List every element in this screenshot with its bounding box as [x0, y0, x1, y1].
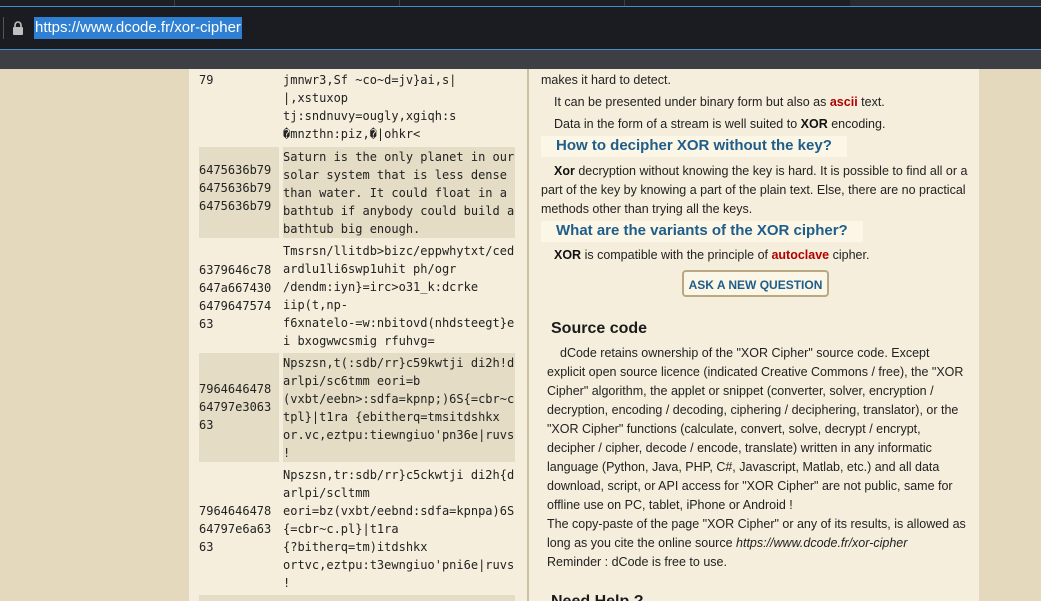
- lock-icon: [13, 21, 23, 35]
- table-row: 6379646c78 647a667430 6479647574 63 Tmsr…: [199, 241, 515, 350]
- bold-text: XOR: [800, 117, 828, 131]
- url-input[interactable]: https://www.dcode.fr/xor-cipher: [34, 17, 242, 39]
- section-title: Need Help ?: [551, 593, 643, 601]
- paragraph: It can be presented under binary form bu…: [554, 93, 885, 112]
- paragraph: makes it hard to detect.: [541, 73, 671, 87]
- table-row: 7964646478 64797e3063 63 Npszsn,t(:sdb/r…: [199, 353, 515, 462]
- hex-key-cell: 79: [199, 73, 214, 87]
- paragraph: Reminder : dCode is free to use.: [547, 555, 727, 569]
- paragraph: Xor decryption without knowing the key i…: [541, 162, 971, 219]
- table-row: 79 jmnwr3,Sf ~co~d=jv}ai,s| |,xstuxop tj…: [199, 69, 515, 143]
- text: is compatible with the principle of: [581, 248, 772, 262]
- autoclave-link[interactable]: autoclave: [771, 248, 829, 262]
- source-url: https://www.dcode.fr/xor-cipher: [736, 536, 908, 550]
- ascii-link[interactable]: ascii: [830, 95, 858, 109]
- faq-heading: What are the variants of the XOR cipher?: [541, 221, 863, 242]
- hex-key-cell: 6379646c78 647a667430 6479647574 63: [199, 263, 272, 331]
- hex-key-cell: 6475636b79 6475636b79 6475636b79: [199, 147, 279, 238]
- decrypted-text-cell: Saturn is the only planet in our solar s…: [283, 147, 515, 238]
- section-title: Source code: [551, 320, 648, 337]
- text: cipher.: [829, 248, 870, 262]
- table-row: 6475636b79 6475636b79 6475636b79 Saturn …: [199, 147, 515, 238]
- paragraph: Data in the form of a stream is well sui…: [554, 115, 885, 134]
- text: dCode retains ownership of the "XOR Ciph…: [547, 346, 964, 512]
- bold-text: Xor: [554, 164, 575, 178]
- table-row: [199, 595, 515, 601]
- address-bar[interactable]: https://www.dcode.fr/xor-cipher: [0, 6, 1041, 50]
- text: decryption without knowing the key is ha…: [541, 164, 968, 216]
- hex-key-cell: 7964646478 64797e3063 63: [199, 353, 279, 462]
- bold-text: XOR: [554, 248, 582, 262]
- results-panel: 79 jmnwr3,Sf ~co~d=jv}ai,s| |,xstuxop tj…: [189, 69, 529, 601]
- ask-question-button[interactable]: ASK A NEW QUESTION: [682, 270, 829, 297]
- table-row: 7964646478 64797e6a63 63 Npszsn,tr:sdb/r…: [199, 465, 515, 592]
- decrypted-text-cell: Npszsn,t(:sdb/rr}c59kwtji di2h!d arlpi/s…: [283, 353, 515, 462]
- hex-key-cell: 7964646478 64797e6a63 63: [199, 504, 272, 554]
- divider: [3, 17, 4, 39]
- text: Data in the form of a stream is well sui…: [554, 117, 801, 131]
- faq-heading: How to decipher XOR without the key?: [541, 136, 847, 157]
- paragraph: XOR is compatible with the principle of …: [554, 246, 869, 265]
- text: text.: [857, 95, 885, 109]
- decrypted-text-cell: Npszsn,tr:sdb/rr}c5ckwtji di2h{d arlpi/s…: [283, 468, 515, 590]
- bookmarks-bar: [0, 50, 1041, 69]
- text: It can be presented under binary form bu…: [554, 95, 830, 109]
- text: encoding.: [827, 117, 886, 131]
- decrypted-text-cell: Tmsrsn/llitdb>bizc/eppwhytxt/ced ardlu1l…: [283, 244, 515, 348]
- article-panel: makes it hard to detect. It can be prese…: [529, 69, 979, 601]
- decrypted-text-cell: jmnwr3,Sf ~co~d=jv}ai,s| |,xstuxop tj:sn…: [283, 73, 457, 141]
- page-margin: [0, 69, 189, 601]
- paragraph: dCode retains ownership of the "XOR Ciph…: [547, 344, 971, 515]
- paragraph: The copy-paste of the page "XOR Cipher" …: [547, 515, 971, 553]
